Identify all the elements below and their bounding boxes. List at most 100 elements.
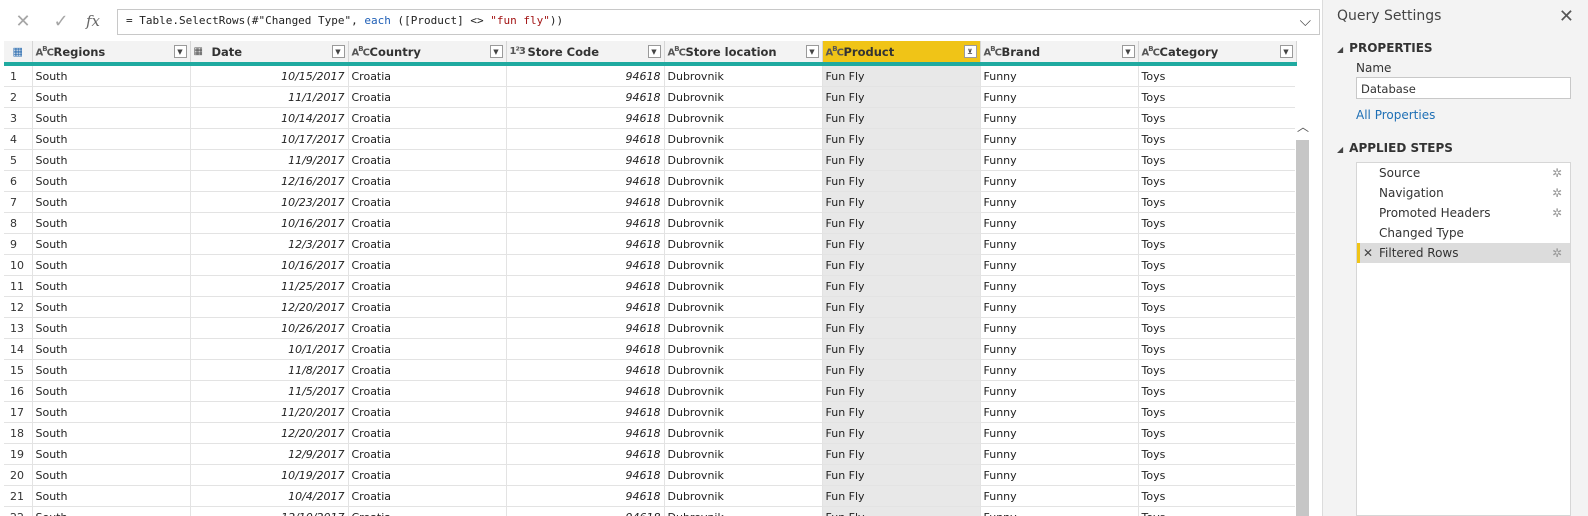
table-cell[interactable]: Funny bbox=[980, 275, 1139, 297]
table-row[interactable]: 18 South 12/20/2017 Croatia 94618 Dubrovnik Fu… bbox=[4, 422, 1297, 444]
table-cell[interactable]: Croatia bbox=[348, 212, 507, 234]
table-cell[interactable]: Dubrovnik bbox=[664, 359, 823, 381]
table-cell[interactable]: Funny bbox=[980, 64, 1139, 87]
table-cell[interactable]: Dubrovnik bbox=[664, 64, 823, 87]
table-cell[interactable]: Dubrovnik bbox=[664, 107, 823, 129]
table-cell[interactable]: Funny bbox=[980, 443, 1139, 465]
applied-step-changed-type[interactable]: Changed Type bbox=[1357, 223, 1570, 243]
applied-step-navigation[interactable]: Navigation ✲ bbox=[1357, 183, 1570, 203]
table-cell[interactable]: Funny bbox=[980, 254, 1139, 276]
table-cell[interactable]: Croatia bbox=[348, 296, 507, 318]
gear-icon[interactable]: ✲ bbox=[1552, 186, 1562, 200]
table-row[interactable]: 13 South 10/26/2017 Croatia 94618 Dubrovnik Fu… bbox=[4, 317, 1297, 339]
table-cell[interactable]: Fun Fly bbox=[822, 254, 981, 276]
table-row[interactable]: 7 South 10/23/2017 Croatia 94618 Dubrovnik Fun… bbox=[4, 191, 1297, 213]
dropdown-icon[interactable]: ▼ bbox=[647, 45, 661, 58]
table-cell[interactable]: Fun Fly bbox=[822, 86, 981, 108]
table-cell[interactable]: South bbox=[32, 296, 191, 318]
table-cell[interactable]: Toys bbox=[1138, 275, 1297, 297]
table-cell[interactable]: Fun Fly bbox=[822, 149, 981, 171]
table-cell[interactable]: Dubrovnik bbox=[664, 506, 823, 516]
gear-icon[interactable]: ✲ bbox=[1552, 246, 1562, 260]
table-cell[interactable]: 94618 bbox=[506, 254, 665, 276]
table-cell[interactable]: South bbox=[32, 170, 191, 192]
table-cell[interactable]: Fun Fly bbox=[822, 275, 981, 297]
table-row[interactable]: 4 South 10/17/2017 Croatia 94618 Dubrovnik Fun… bbox=[4, 128, 1297, 150]
table-cell[interactable]: 94618 bbox=[506, 149, 665, 171]
table-cell[interactable]: Funny bbox=[980, 506, 1139, 516]
table-cell[interactable]: 10/14/2017 bbox=[190, 107, 349, 129]
table-cell[interactable]: Fun Fly bbox=[822, 317, 981, 339]
properties-heading[interactable]: ◢ PROPERTIES bbox=[1337, 41, 1433, 55]
table-cell[interactable]: Fun Fly bbox=[822, 191, 981, 213]
type-icon[interactable]: ABC bbox=[1142, 45, 1160, 58]
table-cell[interactable]: 94618 bbox=[506, 338, 665, 360]
table-row[interactable]: 8 South 10/16/2017 Croatia 94618 Dubrovnik Fun… bbox=[4, 212, 1297, 234]
table-row[interactable]: 11 South 11/25/2017 Croatia 94618 Dubrovnik Fu… bbox=[4, 275, 1297, 297]
table-cell[interactable]: Toys bbox=[1138, 128, 1297, 150]
table-cell[interactable]: 10/17/2017 bbox=[190, 128, 349, 150]
table-menu-icon[interactable]: ▦ bbox=[4, 41, 33, 66]
table-cell[interactable]: 94618 bbox=[506, 296, 665, 318]
table-cell[interactable]: Croatia bbox=[348, 107, 507, 129]
table-cell[interactable]: Croatia bbox=[348, 401, 507, 423]
table-row[interactable]: 6 South 12/16/2017 Croatia 94618 Dubrovnik Fun… bbox=[4, 170, 1297, 192]
table-cell[interactable]: Toys bbox=[1138, 254, 1297, 276]
table-cell[interactable]: 12/9/2017 bbox=[190, 443, 349, 465]
table-cell[interactable]: Fun Fly bbox=[822, 443, 981, 465]
table-cell[interactable]: Toys bbox=[1138, 464, 1297, 486]
table-cell[interactable]: Fun Fly bbox=[822, 422, 981, 444]
column-header-store-location[interactable]: ABC Store location ▼ bbox=[664, 41, 823, 66]
table-cell[interactable]: Dubrovnik bbox=[664, 380, 823, 402]
table-cell[interactable]: Croatia bbox=[348, 506, 507, 516]
table-cell[interactable]: 94618 bbox=[506, 64, 665, 87]
table-row[interactable]: 14 South 10/1/2017 Croatia 94618 Dubrovnik Fun… bbox=[4, 338, 1297, 360]
table-cell[interactable]: 94618 bbox=[506, 464, 665, 486]
table-cell[interactable]: 94618 bbox=[506, 443, 665, 465]
table-cell[interactable]: 10/4/2017 bbox=[190, 485, 349, 507]
table-cell[interactable]: Toys bbox=[1138, 506, 1297, 516]
table-cell[interactable]: Toys bbox=[1138, 212, 1297, 234]
table-cell[interactable]: Fun Fly bbox=[822, 296, 981, 318]
table-cell[interactable]: South bbox=[32, 86, 191, 108]
formula-input[interactable]: = Table.SelectRows(#"Changed Type", each… bbox=[117, 9, 1320, 35]
table-cell[interactable]: Funny bbox=[980, 464, 1139, 486]
table-cell[interactable]: Funny bbox=[980, 422, 1139, 444]
table-cell[interactable]: Croatia bbox=[348, 191, 507, 213]
type-icon[interactable]: ABC bbox=[826, 45, 844, 58]
applied-step-source[interactable]: Source ✲ bbox=[1357, 163, 1570, 183]
table-cell[interactable]: Toys bbox=[1138, 422, 1297, 444]
table-row[interactable]: 20 South 10/19/2017 Croatia 94618 Dubrovnik Fu… bbox=[4, 464, 1297, 486]
table-cell[interactable]: 10/1/2017 bbox=[190, 338, 349, 360]
table-cell[interactable]: Dubrovnik bbox=[664, 443, 823, 465]
table-cell[interactable]: Toys bbox=[1138, 317, 1297, 339]
dropdown-icon[interactable]: ▼ bbox=[489, 45, 503, 58]
table-cell[interactable]: Dubrovnik bbox=[664, 464, 823, 486]
table-cell[interactable]: Dubrovnik bbox=[664, 212, 823, 234]
table-row[interactable]: 9 South 12/3/2017 Croatia 94618 Dubrovnik Fun … bbox=[4, 233, 1297, 255]
table-cell[interactable]: 94618 bbox=[506, 485, 665, 507]
table-cell[interactable]: Croatia bbox=[348, 170, 507, 192]
table-cell[interactable]: Dubrovnik bbox=[664, 338, 823, 360]
table-cell[interactable]: 10/23/2017 bbox=[190, 191, 349, 213]
table-cell[interactable]: 12/16/2017 bbox=[190, 170, 349, 192]
table-cell[interactable]: Dubrovnik bbox=[664, 86, 823, 108]
table-cell[interactable]: Toys bbox=[1138, 191, 1297, 213]
table-cell[interactable]: Fun Fly bbox=[822, 359, 981, 381]
table-cell[interactable]: Toys bbox=[1138, 86, 1297, 108]
table-cell[interactable]: Croatia bbox=[348, 64, 507, 87]
table-cell[interactable]: Toys bbox=[1138, 359, 1297, 381]
table-cell[interactable]: Fun Fly bbox=[822, 64, 981, 87]
table-cell[interactable]: Funny bbox=[980, 317, 1139, 339]
table-cell[interactable]: Croatia bbox=[348, 233, 507, 255]
table-cell[interactable]: Fun Fly bbox=[822, 233, 981, 255]
table-row[interactable]: 22South12/10/2017Croatia94618DubrovnikFu… bbox=[4, 506, 1297, 516]
table-cell[interactable]: Fun Fly bbox=[822, 212, 981, 234]
table-cell[interactable]: Croatia bbox=[348, 485, 507, 507]
table-cell[interactable]: 12/20/2017 bbox=[190, 422, 349, 444]
table-row[interactable]: 10 South 10/16/2017 Croatia 94618 Dubrovnik Fu… bbox=[4, 254, 1297, 276]
table-cell[interactable]: Dubrovnik bbox=[664, 128, 823, 150]
table-cell[interactable]: 11/5/2017 bbox=[190, 380, 349, 402]
table-cell[interactable]: Funny bbox=[980, 107, 1139, 129]
column-header-product[interactable]: ABC Product ⊻ bbox=[822, 41, 981, 66]
